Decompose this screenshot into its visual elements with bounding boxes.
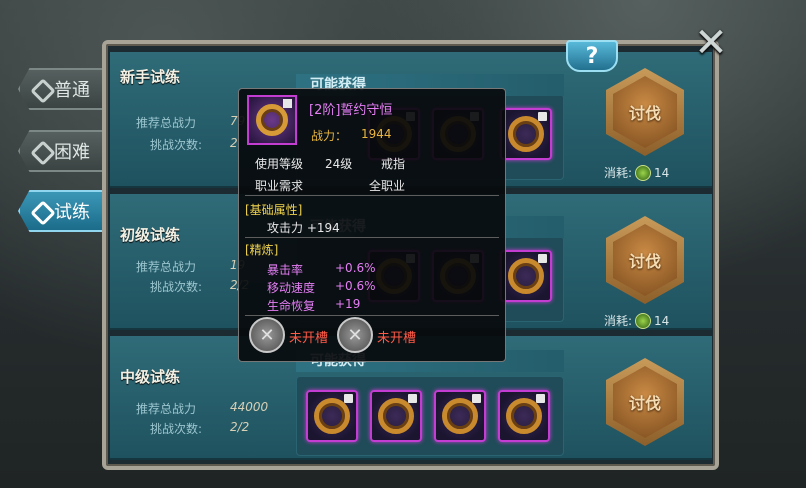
trial-title: 新手试练 bbox=[120, 68, 181, 86]
tab-hard[interactable]: 困难 bbox=[18, 130, 114, 172]
ring-icon bbox=[256, 104, 288, 136]
tab-label: 困难 bbox=[54, 142, 90, 163]
refine-stat-name: 暴击率 bbox=[267, 263, 304, 277]
drop-item-slot[interactable] bbox=[498, 390, 550, 442]
tries-count: 挑战次数:2/2 bbox=[150, 420, 250, 436]
cost: 消耗: 14 bbox=[604, 312, 670, 329]
tab-normal[interactable]: 普通 bbox=[18, 68, 114, 110]
diamond-icon bbox=[30, 78, 56, 104]
refine-stat-value: +19 bbox=[335, 297, 361, 311]
dragon-icon bbox=[314, 398, 350, 434]
drop-item-slot[interactable] bbox=[306, 390, 358, 442]
lock-icon bbox=[538, 112, 547, 121]
tries-count: 挑战次数:2/2 bbox=[150, 278, 249, 294]
stamina-coin-icon bbox=[635, 312, 652, 329]
slot-type: 戒指 bbox=[381, 157, 406, 171]
lock-icon bbox=[536, 394, 545, 403]
cost: 消耗: 14 bbox=[604, 164, 670, 181]
ring-icon bbox=[508, 116, 544, 152]
class-value: 全职业 bbox=[369, 179, 406, 193]
lock-icon bbox=[408, 394, 417, 403]
socket-status: 未开槽 bbox=[289, 331, 329, 346]
tab-label: 普通 bbox=[54, 80, 90, 101]
recommended-power: 推荐总战力19 bbox=[136, 258, 245, 274]
diamond-icon bbox=[30, 200, 56, 226]
refine-stat-name: 生命恢复 bbox=[267, 299, 316, 313]
recommended-power: 推荐总战力79 bbox=[136, 114, 245, 130]
ring-icon bbox=[508, 258, 544, 294]
trial-title: 中级试练 bbox=[120, 368, 181, 386]
tab-label: 试练 bbox=[54, 202, 90, 223]
item-tooltip: [2阶]誓约守恒 战力： 1944 使用等级 24级 戒指 职业需求 全职业 [… bbox=[238, 88, 506, 362]
drop-item-slot[interactable] bbox=[434, 390, 486, 442]
ring-icon bbox=[506, 398, 542, 434]
lock-icon bbox=[538, 254, 547, 263]
help-button[interactable]: ? bbox=[566, 40, 618, 72]
refine-stat-value: +0.6% bbox=[335, 261, 376, 275]
drop-item-slot[interactable] bbox=[500, 250, 552, 302]
close-button[interactable]: ✕ bbox=[692, 20, 730, 66]
lock-icon bbox=[344, 394, 353, 403]
locked-socket-icon: ✕ bbox=[337, 317, 373, 353]
locked-socket-icon: ✕ bbox=[249, 317, 285, 353]
drop-item-slot[interactable] bbox=[500, 108, 552, 160]
base-attr-value: 攻击力 +194 bbox=[267, 221, 340, 235]
close-icon: ✕ bbox=[694, 20, 728, 66]
class-label: 职业需求 bbox=[255, 179, 304, 193]
diamond-icon bbox=[30, 140, 56, 166]
trial-title: 初级试练 bbox=[120, 226, 181, 244]
question-icon: ? bbox=[585, 43, 599, 69]
refine-stat-name: 移动速度 bbox=[267, 281, 316, 295]
refine-header: [精炼] bbox=[245, 243, 279, 257]
lock-icon bbox=[472, 394, 481, 403]
refine-stat-value: +0.6% bbox=[335, 279, 376, 293]
level-value: 24级 bbox=[325, 157, 353, 171]
power-value: 1944 bbox=[361, 127, 392, 141]
tooltip-item-icon bbox=[247, 95, 297, 145]
recommended-power: 推荐总战力 44000 bbox=[136, 400, 269, 416]
socket-status: 未开槽 bbox=[377, 331, 417, 346]
divider bbox=[245, 195, 499, 196]
power-label: 战力： bbox=[311, 129, 348, 143]
amulet-icon bbox=[442, 398, 478, 434]
divider bbox=[245, 315, 499, 316]
lock-icon bbox=[283, 99, 292, 108]
tries-count: 挑战次数: 2 bbox=[150, 136, 238, 152]
item-name: [2阶]誓约守恒 bbox=[309, 103, 393, 118]
drop-item-slot[interactable] bbox=[370, 390, 422, 442]
tab-trial[interactable]: 试练 bbox=[18, 190, 114, 232]
stamina-coin-icon bbox=[635, 164, 652, 181]
divider bbox=[245, 237, 499, 238]
base-attr-header: [基础属性] bbox=[245, 203, 303, 217]
level-label: 使用等级 bbox=[255, 157, 304, 171]
armor-icon bbox=[378, 398, 414, 434]
